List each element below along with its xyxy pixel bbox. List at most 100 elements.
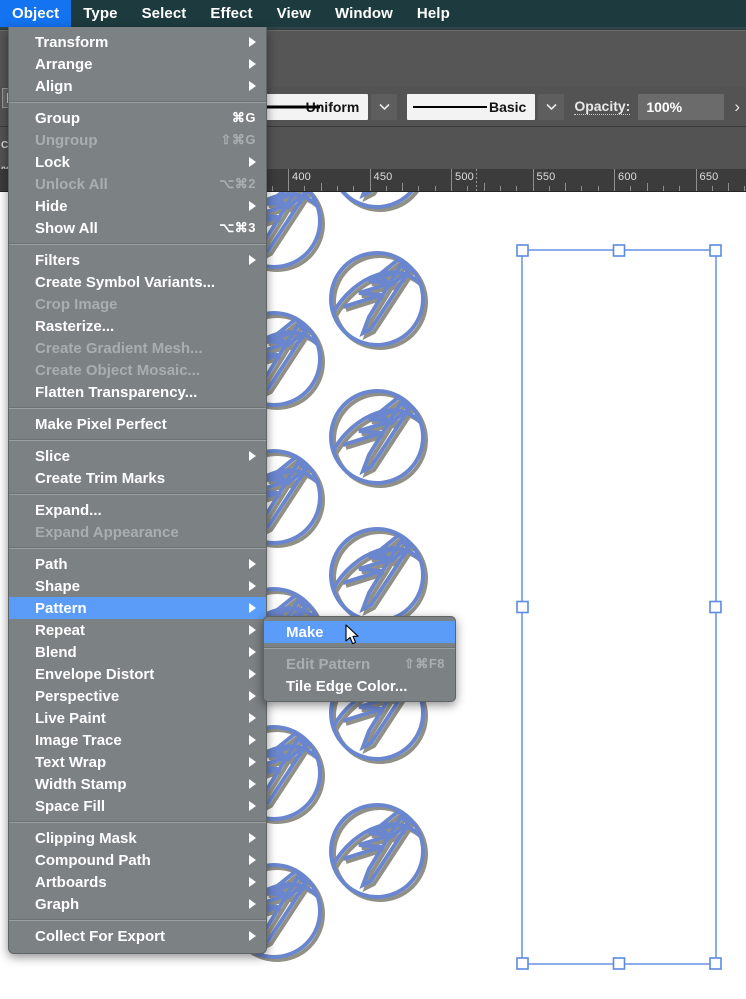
pattern-submenu[interactable]: Make Edit Pattern⇧⌘F8Tile Edge Color...: [263, 616, 456, 702]
menubar-item-help[interactable]: Help: [405, 0, 462, 27]
menu-bar: Object Type Select Effect View Window He…: [0, 0, 746, 27]
menu-item-label: Envelope Distort: [35, 666, 235, 683]
submenu-arrow-icon: [249, 931, 256, 941]
submenu-arrow-icon: [249, 157, 256, 167]
object-menu-item-width-stamp[interactable]: Width Stamp: [9, 773, 266, 795]
brush-definition-face[interactable]: Basic: [407, 94, 535, 120]
object-menu-item-shape[interactable]: Shape: [9, 575, 266, 597]
submenu-arrow-icon: [249, 81, 256, 91]
object-menu-item-create-symbol-variants[interactable]: Create Symbol Variants...: [9, 271, 266, 293]
object-menu-item-compound-path[interactable]: Compound Path: [9, 849, 266, 871]
object-menu-item-path[interactable]: Path: [9, 553, 266, 575]
object-menu-item-arrange[interactable]: Arrange: [9, 53, 266, 75]
object-menu-item-live-paint[interactable]: Live Paint: [9, 707, 266, 729]
options-overflow-chevron-icon[interactable]: ›: [728, 97, 746, 117]
menubar-item-object[interactable]: Object: [0, 0, 71, 27]
brush-definition-label: Basic: [489, 99, 526, 115]
object-menu-item-transform[interactable]: Transform: [9, 31, 266, 53]
ruler-minor-tick: [337, 186, 338, 191]
menu-item-label: Slice: [35, 448, 235, 465]
brush-definition-chevron-down-icon[interactable]: [538, 94, 564, 120]
menu-item-label: Path: [35, 556, 235, 573]
brush-definition-combo[interactable]: Basic: [407, 94, 564, 120]
submenu-arrow-icon: [249, 713, 256, 723]
object-menu-item-align[interactable]: Align: [9, 75, 266, 97]
menubar-item-select[interactable]: Select: [130, 0, 199, 27]
menu-item-label: Ungroup: [35, 132, 204, 149]
object-menu-item-space-fill[interactable]: Space Fill: [9, 795, 266, 817]
menu-item-shortcut: ⌘G: [232, 110, 256, 126]
object-menu-item-expand[interactable]: Expand...: [9, 499, 266, 521]
submenu-arrow-icon: [249, 59, 256, 69]
menu-separator: [9, 243, 266, 245]
selection-bounding-box[interactable]: [517, 245, 721, 969]
menu-separator: [9, 101, 266, 103]
pattern-menu-item-make[interactable]: Make: [264, 621, 455, 643]
menu-separator: [9, 493, 266, 495]
object-menu-item-flatten-transparency[interactable]: Flatten Transparency...: [9, 381, 266, 403]
menu-item-label: Text Wrap: [35, 754, 235, 771]
ruler-minor-tick: [712, 186, 713, 191]
object-menu-item-make-pixel-perfect[interactable]: Make Pixel Perfect: [9, 413, 266, 435]
ruler-minor-tick: [484, 183, 485, 191]
object-menu-item-text-wrap[interactable]: Text Wrap: [9, 751, 266, 773]
ruler-major-tick: [370, 169, 371, 191]
object-menu-item-create-gradient-mesh: Create Gradient Mesh...: [9, 337, 266, 359]
menubar-item-type[interactable]: Type: [71, 0, 129, 27]
object-menu-item-graph[interactable]: Graph: [9, 893, 266, 915]
object-dropdown-menu[interactable]: TransformArrangeAlignGroup⌘GUngroup⇧⌘GLo…: [8, 27, 267, 954]
ruler-minor-tick: [679, 186, 680, 191]
menu-separator: [264, 647, 455, 649]
object-menu-item-filters[interactable]: Filters: [9, 249, 266, 271]
object-menu-item-envelope-distort[interactable]: Envelope Distort: [9, 663, 266, 685]
ruler-label: 500: [455, 171, 474, 183]
ruler-label: 550: [537, 171, 556, 183]
submenu-arrow-icon: [249, 801, 256, 811]
object-menu-item-create-trim-marks[interactable]: Create Trim Marks: [9, 467, 266, 489]
pattern-menu-item-edit-pattern: Edit Pattern⇧⌘F8: [264, 653, 455, 675]
menu-item-label: Repeat: [35, 622, 235, 639]
object-menu-item-rasterize[interactable]: Rasterize...: [9, 315, 266, 337]
object-menu-item-blend[interactable]: Blend: [9, 641, 266, 663]
menu-separator: [9, 919, 266, 921]
ruler-major-tick: [451, 169, 452, 191]
menu-separator: [9, 821, 266, 823]
object-menu-item-image-trace[interactable]: Image Trace: [9, 729, 266, 751]
opacity-label[interactable]: Opacity:: [574, 98, 630, 115]
object-menu-item-unlock-all: Unlock All⌥⌘2: [9, 173, 266, 195]
menubar-item-effect[interactable]: Effect: [198, 0, 264, 27]
object-menu-item-pattern[interactable]: Pattern: [9, 597, 266, 619]
object-menu-item-show-all[interactable]: Show All⌥⌘3: [9, 217, 266, 239]
ruler-minor-tick: [500, 186, 501, 191]
object-menu-item-slice[interactable]: Slice: [9, 445, 266, 467]
menu-item-label: Image Trace: [35, 732, 235, 749]
submenu-arrow-icon: [249, 833, 256, 843]
submenu-arrow-icon: [249, 877, 256, 887]
ruler-minor-tick: [565, 183, 566, 191]
object-menu-item-artboards[interactable]: Artboards: [9, 871, 266, 893]
ruler-minor-tick: [647, 183, 648, 191]
ruler-minor-tick: [744, 186, 745, 191]
object-menu-item-clipping-mask[interactable]: Clipping Mask: [9, 827, 266, 849]
menu-item-label: Transform: [35, 34, 235, 51]
stroke-profile-chevron-down-icon[interactable]: [371, 94, 397, 120]
menubar-item-view[interactable]: View: [265, 0, 323, 27]
submenu-arrow-icon: [249, 625, 256, 635]
menu-item-label: Create Trim Marks: [35, 470, 256, 487]
object-menu-item-collect-for-export[interactable]: Collect For Export: [9, 925, 266, 947]
opacity-input[interactable]: 100%: [638, 94, 724, 120]
menu-item-label: Edit Pattern: [286, 656, 388, 673]
menu-item-label: Pattern: [35, 600, 235, 617]
object-menu-item-repeat[interactable]: Repeat: [9, 619, 266, 641]
pattern-menu-item-tile-edge-color[interactable]: Tile Edge Color...: [264, 675, 455, 697]
menubar-item-window[interactable]: Window: [323, 0, 405, 27]
object-menu-item-perspective[interactable]: Perspective: [9, 685, 266, 707]
ruler-minor-tick: [630, 186, 631, 191]
menu-item-label: Arrange: [35, 56, 235, 73]
ruler-major-tick: [614, 169, 615, 191]
object-menu-item-lock[interactable]: Lock: [9, 151, 266, 173]
submenu-arrow-icon: [249, 735, 256, 745]
object-menu-item-hide[interactable]: Hide: [9, 195, 266, 217]
selection-handles[interactable]: [517, 245, 721, 969]
object-menu-item-group[interactable]: Group⌘G: [9, 107, 266, 129]
